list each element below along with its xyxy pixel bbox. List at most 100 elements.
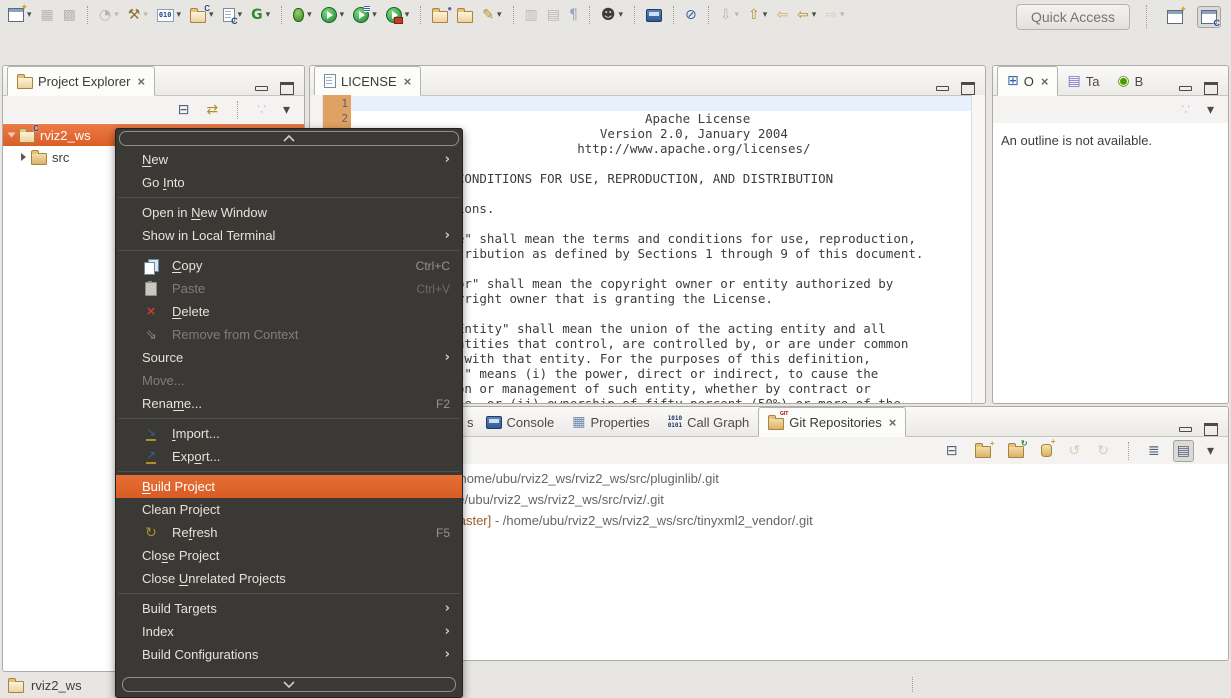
toolbar-separator — [237, 101, 238, 119]
menu-item-paste: PasteCtrl+V — [116, 277, 462, 300]
open-perspective-button[interactable] — [1163, 6, 1187, 28]
menu-item-index[interactable]: Index› — [116, 620, 462, 643]
code-line: Apache License — [359, 111, 971, 126]
menu-item-export[interactable]: ↗Export... — [116, 445, 462, 468]
menu-item-show-in-local-terminal[interactable]: Show in Local Terminal› — [116, 224, 462, 247]
repo-row-tinyxml2-vendor[interactable]: tinyxml2_vendor [master] - /home/ubu/rvi… — [346, 510, 1228, 531]
close-icon[interactable]: × — [404, 75, 412, 88]
menu-item-rename[interactable]: Rename...F2 — [116, 392, 462, 415]
minimize-icon[interactable] — [1179, 427, 1192, 432]
menu-scroll-down[interactable] — [122, 677, 456, 692]
repo-row-pluginlib[interactable]: pluginlib [master] - /home/ubu/rviz2_ws/… — [346, 468, 1228, 489]
view-menu-button[interactable]: ▾ — [1203, 101, 1218, 119]
project-explorer-tabbar: Project Explorer × — [3, 66, 304, 96]
paste-icon — [145, 282, 157, 296]
collapse-all-icon: ⊟ — [946, 444, 958, 458]
menu-shortcut: F5 — [436, 526, 450, 540]
cpp-perspective-icon — [1201, 10, 1217, 24]
flat-view-button[interactable]: ▤ — [1173, 440, 1194, 462]
menu-item-copy[interactable]: CopyCtrl+C — [116, 254, 462, 277]
view-menu-button[interactable]: ▾ — [1203, 442, 1218, 460]
tab-project-explorer[interactable]: Project Explorer × — [7, 66, 155, 96]
menu-item-label: Close Project — [142, 548, 450, 563]
menu-item-label: Move... — [142, 373, 450, 388]
tab-label: s — [467, 415, 474, 430]
delete-icon-box: × — [142, 304, 160, 319]
paste-icon-box — [142, 282, 160, 296]
minimize-icon[interactable] — [255, 86, 268, 91]
folder-icon — [31, 153, 47, 165]
menu-item-import[interactable]: ↘Import... — [116, 422, 462, 445]
outline-tabbar: ⊞O×▤Ta◉B — [993, 66, 1228, 96]
menu-item-label: Copy — [172, 258, 416, 273]
menu-item-refresh[interactable]: ↻RefreshF5 — [116, 521, 462, 544]
close-icon[interactable]: × — [889, 416, 897, 429]
maximize-icon[interactable] — [280, 82, 294, 95]
menu-item-delete[interactable]: ×Delete — [116, 300, 462, 323]
menu-item-build-project[interactable]: Build Project — [116, 475, 462, 498]
maximize-icon[interactable] — [1204, 423, 1218, 436]
filter-button[interactable]: ∵ — [1177, 101, 1194, 119]
overview-ruler[interactable] — [971, 95, 985, 403]
menu-item-label: Refresh — [172, 525, 436, 540]
window-buttons — [926, 82, 985, 95]
maximize-icon[interactable] — [961, 82, 975, 95]
cpp-perspective-button[interactable] — [1197, 6, 1221, 28]
collapse-all-button[interactable]: ⊟ — [942, 442, 962, 460]
menu-shortcut: F2 — [436, 397, 450, 411]
git-repositories-icon: GIT — [768, 418, 784, 430]
copy-icon — [148, 259, 159, 272]
tab-label: Console — [507, 415, 555, 430]
fetch-icon: ↺ — [1069, 444, 1081, 458]
link-with-editor-button[interactable]: ⇄ — [202, 101, 222, 119]
tab-label: LICENSE — [341, 74, 397, 89]
tab-git-repositories[interactable]: GITGit Repositories× — [758, 407, 906, 437]
menu-item-go-into[interactable]: Go Into — [116, 171, 462, 194]
menu-separator — [118, 197, 460, 198]
quick-access-button[interactable]: Quick Access — [1016, 4, 1130, 30]
flat-view-icon: ▤ — [1177, 444, 1190, 458]
create-repository-button[interactable]: + — [1037, 442, 1056, 459]
tab-license[interactable]: LICENSE × — [314, 66, 421, 96]
outline-toolbar: ∵▾ — [993, 96, 1228, 123]
menu-item-close-project[interactable]: Close Project — [116, 544, 462, 567]
tab-ta[interactable]: ▤Ta — [1058, 67, 1108, 95]
project-folder-icon-badge: C — [33, 125, 39, 133]
collapse-all-button[interactable]: ⊟ — [174, 101, 194, 119]
menu-item-clean-project[interactable]: Clean Project — [116, 498, 462, 521]
minimize-icon[interactable] — [1179, 86, 1192, 91]
repo-row-rviz[interactable]: rviz [master] - /home/ubu/rviz2_ws/rviz2… — [346, 489, 1228, 510]
tree-item-label: src — [52, 150, 69, 165]
menu-item-label: Export... — [172, 449, 450, 464]
expander-open-icon[interactable] — [8, 133, 16, 138]
menu-item-open-in-new-window[interactable]: Open in New Window — [116, 201, 462, 224]
tab-o[interactable]: ⊞O× — [997, 66, 1058, 96]
hierarchy-view-button[interactable]: ≣ — [1144, 442, 1164, 460]
menu-scroll-up[interactable] — [119, 131, 459, 146]
tab-call-graph[interactable]: 10100101Call Graph — [659, 408, 759, 436]
code-line — [351, 96, 971, 111]
menu-item-new[interactable]: New› — [116, 148, 462, 171]
minimize-icon[interactable] — [936, 86, 949, 91]
toolbar-separator — [1146, 5, 1147, 29]
tab-label: Properties — [590, 415, 649, 430]
view-menu-button[interactable]: ▾ — [279, 101, 294, 119]
tab-console[interactable]: Console — [477, 408, 564, 436]
close-icon[interactable]: × — [1041, 75, 1049, 88]
menu-item-source[interactable]: Source› — [116, 346, 462, 369]
properties-icon: ▦ — [572, 415, 585, 429]
filter-button[interactable]: ∵ — [253, 101, 270, 119]
menu-item-build-targets[interactable]: Build Targets› — [116, 597, 462, 620]
add-repository-button[interactable]: + — [971, 441, 995, 460]
maximize-icon[interactable] — [1204, 82, 1218, 95]
tab-s[interactable]: s — [464, 408, 477, 436]
menu-item-close-unrelated-projects[interactable]: Close Unrelated Projects — [116, 567, 462, 590]
tab-label: O — [1024, 74, 1034, 89]
menu-item-move: Move... — [116, 369, 462, 392]
menu-item-build-configurations[interactable]: Build Configurations› — [116, 643, 462, 666]
tab-properties[interactable]: ▦ Properties — [563, 408, 658, 436]
tab-b[interactable]: ◉B — [1108, 67, 1152, 95]
expander-icon[interactable] — [21, 153, 26, 161]
close-icon[interactable]: × — [137, 75, 145, 88]
clone-repository-button[interactable]: ↻ — [1004, 441, 1028, 460]
